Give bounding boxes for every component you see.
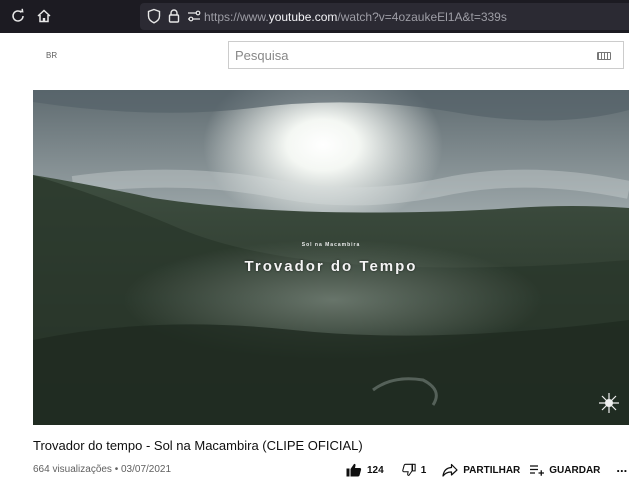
save-button[interactable]: GUARDAR bbox=[530, 464, 600, 476]
like-count: 124 bbox=[367, 464, 384, 476]
video-meta: 664 visualizações • 03/07/2021 bbox=[33, 464, 172, 475]
url-domain: youtube.com bbox=[268, 10, 338, 24]
url-text[interactable]: https://www.youtube.com/watch?v=4ozaukeE… bbox=[204, 10, 507, 24]
search-input[interactable]: Pesquisa bbox=[228, 41, 624, 69]
shield-icon[interactable] bbox=[144, 6, 164, 26]
more-options-button[interactable]: ... bbox=[616, 460, 627, 475]
more-options-label: ... bbox=[616, 459, 628, 475]
thumbs-up-icon bbox=[346, 463, 362, 477]
dislike-button[interactable]: 1 bbox=[401, 463, 427, 477]
share-icon bbox=[442, 463, 458, 477]
browser-toolbar: https://www.youtube.com/watch?v=4ozaukeE… bbox=[0, 0, 629, 33]
share-label: PARTILHAR bbox=[463, 464, 521, 476]
video-player[interactable]: Sol na Macambira Trovador do Tempo bbox=[33, 90, 629, 425]
save-label: GUARDAR bbox=[549, 464, 601, 476]
region-code: BR bbox=[46, 51, 58, 60]
thumbs-down-icon bbox=[401, 463, 416, 476]
home-icon[interactable] bbox=[34, 6, 54, 26]
dislike-count: 1 bbox=[420, 464, 427, 476]
playlist-add-icon bbox=[530, 465, 545, 476]
like-button[interactable]: 124 bbox=[346, 463, 384, 477]
overlay-title: Trovador do Tempo bbox=[244, 258, 418, 275]
lock-icon[interactable] bbox=[164, 6, 184, 26]
url-bar[interactable]: https://www.youtube.com/watch?v=4ozaukeE… bbox=[140, 3, 629, 30]
youtube-header: BR Pesquisa bbox=[0, 33, 629, 75]
share-button[interactable]: PARTILHAR bbox=[442, 463, 520, 477]
channel-watermark-icon bbox=[597, 391, 621, 415]
search-placeholder: Pesquisa bbox=[235, 48, 289, 63]
video-actions: 124 1 PARTILHAR GUARDAR ... bbox=[346, 460, 627, 480]
permissions-icon[interactable] bbox=[184, 6, 204, 26]
overlay-subtitle: Sol na Macambira bbox=[301, 242, 361, 248]
url-path: /watch?v=4ozaukeEl1A&t=339s bbox=[337, 10, 507, 24]
keyboard-icon[interactable] bbox=[597, 52, 611, 60]
reload-icon[interactable] bbox=[8, 6, 28, 26]
url-prefix: https://www. bbox=[204, 10, 269, 24]
video-title: Trovador do tempo - Sol na Macambira (CL… bbox=[33, 438, 363, 453]
